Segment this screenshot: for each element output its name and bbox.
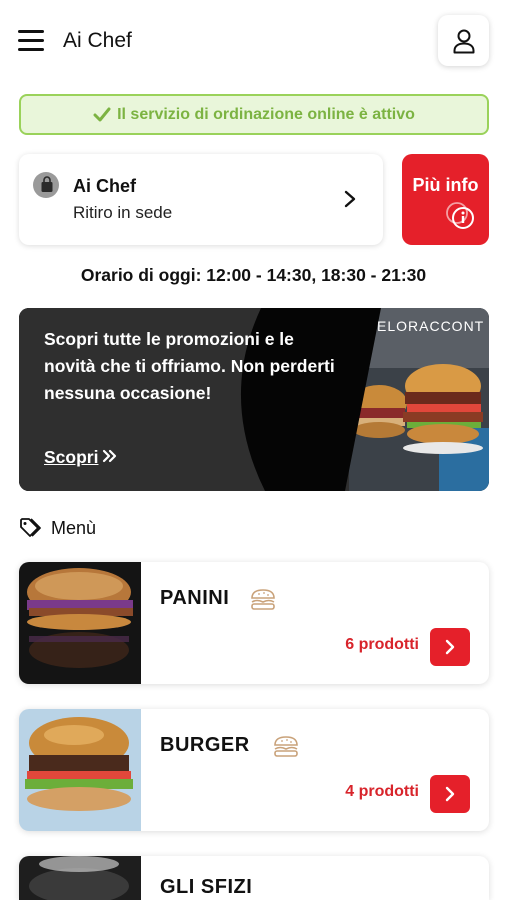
status-text: Il servizio di ordinazione online è atti… [117, 105, 415, 123]
category-name: BURGER [160, 734, 250, 756]
promo-discover-link[interactable]: Scopri [44, 447, 118, 468]
gli-sfizi-image [19, 856, 141, 900]
hamburger-icon[interactable] [18, 30, 44, 52]
info-icon [446, 202, 474, 229]
category-card-panini[interactable]: PANINI 6 prodotti [19, 562, 489, 684]
store-mode: Ritiro in sede [73, 203, 173, 222]
promo-text: Scopri tutte le promozioni e le novità c… [44, 329, 335, 403]
store-name: Ai Chef [73, 176, 136, 196]
more-info-label: Più info [412, 175, 479, 195]
burger-icon [251, 589, 275, 610]
more-info-button[interactable]: Più info [402, 154, 489, 245]
top-bar: Ai Chef [0, 0, 507, 84]
chevron-right-icon [445, 639, 455, 655]
tag-icon [20, 518, 41, 537]
promo-image-caption: ELORACCONT [377, 318, 485, 334]
check-icon [93, 107, 111, 122]
menu-heading: Menù [19, 516, 96, 540]
store-selector[interactable]: Ai Chef Ritiro in sede [19, 154, 383, 245]
menu-heading-label: Menù [51, 517, 97, 538]
category-card-gli-sfizi[interactable]: GLI SFIZI [19, 856, 489, 900]
open-category-button[interactable] [430, 775, 470, 813]
category-name: PANINI [160, 587, 230, 609]
category-card-burger[interactable]: BURGER 4 prodotti [19, 709, 489, 831]
panini-image [19, 562, 141, 684]
user-button[interactable] [438, 15, 489, 66]
product-count: 6 prodotti [345, 636, 419, 653]
today-hours: Orario di oggi: 12:00 - 14:30, 18:30 - 2… [80, 265, 427, 285]
chevron-right-icon [344, 190, 356, 208]
product-count: 4 prodotti [345, 783, 419, 800]
category-name: GLI SFIZI [160, 876, 253, 898]
user-icon [453, 29, 474, 53]
burger-image [19, 709, 141, 831]
open-category-button[interactable] [430, 628, 470, 666]
app-title: Ai Chef [63, 29, 132, 52]
double-chevron-right-icon [102, 447, 118, 468]
burger-icon [274, 736, 298, 757]
chevron-right-icon [445, 786, 455, 802]
promo-banner[interactable]: ELORACCONT Scopri tutte le promozioni e … [19, 308, 489, 491]
shopping-bag-icon [33, 172, 59, 198]
status-banner: Il servizio di ordinazione online è atti… [19, 94, 489, 135]
promo-link-label: Scopri [44, 447, 99, 467]
